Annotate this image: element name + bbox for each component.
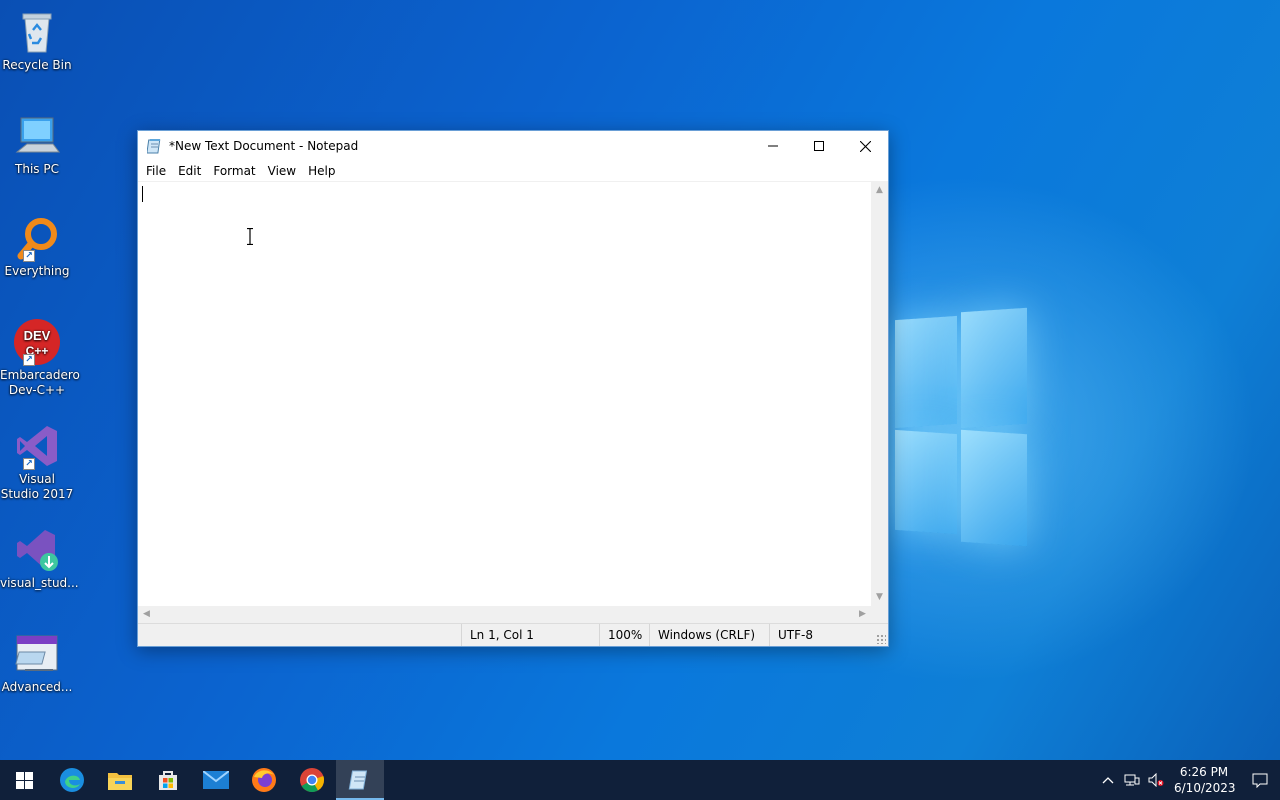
recycle-bin-icon: [13, 8, 61, 56]
minimize-button[interactable]: [750, 131, 796, 161]
desktop-icon-recycle-bin[interactable]: Recycle Bin: [0, 8, 74, 73]
taskbar-mail[interactable]: [192, 760, 240, 800]
horizontal-scrollbar[interactable]: ◀ ▶: [138, 606, 871, 623]
scroll-right-icon[interactable]: ▶: [854, 606, 871, 623]
network-icon[interactable]: [1120, 760, 1144, 800]
close-button[interactable]: [842, 131, 888, 161]
desktop-icon-visual-studio-2017[interactable]: ↗ Visual Studio 2017: [0, 422, 74, 502]
status-cursor-position: Ln 1, Col 1: [461, 624, 599, 646]
application-window-icon: [13, 630, 61, 678]
visual-studio-icon: ↗: [13, 422, 61, 470]
mail-icon: [203, 771, 229, 789]
desktop-icon-label: Visual Studio 2017: [0, 472, 74, 501]
notification-center-icon[interactable]: [1240, 760, 1280, 800]
scroll-up-icon[interactable]: ▲: [871, 182, 888, 199]
windows-start-icon: [15, 771, 33, 789]
show-hidden-icons-chevron-up-icon[interactable]: [1096, 760, 1120, 800]
vertical-scrollbar[interactable]: ▲ ▼: [871, 182, 888, 606]
menu-view[interactable]: View: [262, 161, 302, 181]
taskbar-clock[interactable]: 6:26 PM 6/10/2023: [1168, 764, 1240, 796]
text-caret: [142, 186, 143, 202]
magnifier-icon: ↗: [13, 214, 61, 262]
scroll-left-icon[interactable]: ◀: [138, 606, 155, 623]
text-editor[interactable]: [138, 182, 871, 606]
ibeam-cursor-icon: [247, 228, 253, 245]
desktop-icon-advanced[interactable]: Advanced...: [0, 630, 74, 695]
taskbar-firefox[interactable]: [240, 760, 288, 800]
scrollbar-corner: [871, 606, 888, 623]
desktop-icon-label: This PC: [15, 162, 59, 176]
store-icon: [159, 771, 177, 790]
maximize-button[interactable]: [796, 131, 842, 161]
maximize-icon: [814, 141, 824, 151]
desktop-icon-label: Everything: [4, 264, 70, 278]
title-bar[interactable]: *New Text Document - Notepad: [138, 131, 888, 161]
dev-cpp-icon: DEV C++ ↗: [13, 318, 61, 366]
shortcut-arrow-icon: ↗: [23, 354, 35, 366]
taskbar-microsoft-store[interactable]: [144, 760, 192, 800]
desktop-icon-label: Recycle Bin: [2, 58, 72, 72]
svg-text:DEV: DEV: [24, 328, 51, 343]
window-title: *New Text Document - Notepad: [169, 139, 359, 153]
close-icon: [859, 140, 871, 152]
notepad-icon: [146, 138, 163, 154]
desktop-icon-vs-installer[interactable]: visual_stud...: [0, 526, 79, 591]
taskbar-chrome[interactable]: [288, 760, 336, 800]
firefox-icon: [252, 768, 276, 792]
desktop-icon-label: Advanced...: [1, 680, 73, 694]
menu-edit[interactable]: Edit: [172, 161, 207, 181]
desktop-icon-label: visual_stud...: [0, 576, 79, 590]
clock-time: 6:26 PM: [1179, 765, 1229, 779]
taskbar-notepad[interactable]: [336, 760, 384, 800]
status-line-ending: Windows (CRLF): [649, 624, 769, 646]
menu-format[interactable]: Format: [207, 161, 261, 181]
desktop-icon-this-pc[interactable]: This PC: [0, 112, 74, 177]
chrome-icon: [300, 768, 325, 793]
menu-file[interactable]: File: [140, 161, 172, 181]
menu-help[interactable]: Help: [302, 161, 341, 181]
computer-icon: [13, 112, 61, 160]
edge-icon: [60, 768, 84, 792]
windows-wallpaper-logo: [885, 307, 1030, 548]
resize-grip-icon[interactable]: [876, 634, 886, 644]
menu-bar: File Edit Format View Help: [138, 161, 888, 181]
desktop-icon-everything[interactable]: ↗ Everything: [0, 214, 74, 279]
volume-muted-icon[interactable]: [1144, 760, 1168, 800]
status-bar: Ln 1, Col 1 100% Windows (CRLF) UTF-8: [138, 623, 888, 646]
desktop-icon-dev-cpp[interactable]: DEV C++ ↗ Embarcadero Dev-C++: [0, 318, 80, 398]
scroll-down-icon[interactable]: ▼: [871, 589, 888, 606]
taskbar-edge[interactable]: [48, 760, 96, 800]
taskbar-file-explorer[interactable]: [96, 760, 144, 800]
notepad-window[interactable]: *New Text Document - Notepad File Edit F…: [137, 130, 889, 647]
editor-area: ▲ ▼ ◀ ▶: [138, 181, 888, 623]
visual-studio-installer-icon: [13, 526, 61, 574]
system-tray: 6:26 PM 6/10/2023: [1096, 760, 1280, 800]
folder-icon: [108, 773, 132, 790]
minimize-icon: [768, 145, 778, 147]
status-encoding: UTF-8: [769, 624, 869, 646]
shortcut-arrow-icon: ↗: [23, 458, 35, 470]
notepad-icon: [348, 770, 368, 790]
taskbar: 6:26 PM 6/10/2023: [0, 760, 1280, 800]
shortcut-arrow-icon: ↗: [23, 250, 35, 262]
clock-date: 6/10/2023: [1174, 781, 1236, 795]
start-button[interactable]: [0, 760, 48, 800]
status-zoom: 100%: [599, 624, 649, 646]
desktop-icon-label: Embarcadero Dev-C++: [0, 368, 80, 397]
